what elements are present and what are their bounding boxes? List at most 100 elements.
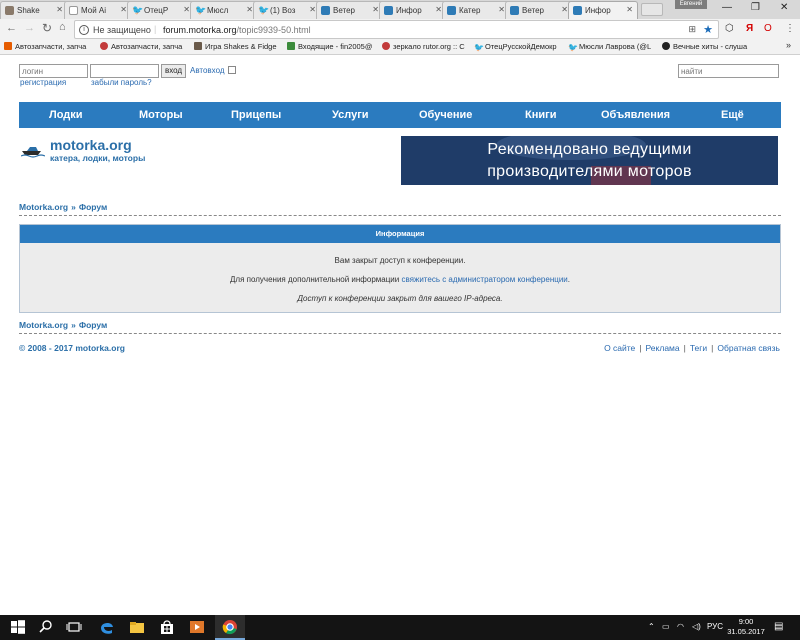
minimize-icon[interactable]: — <box>722 2 732 13</box>
browser-tab[interactable]: Катер ✕ <box>442 1 510 19</box>
search-input[interactable] <box>678 64 779 78</box>
browser-tab[interactable]: 🐦 ОтецР ✕ <box>127 1 195 19</box>
browser-tab[interactable]: 🐦 (1) Boз ✕ <box>253 1 321 19</box>
wifi-icon[interactable]: ◠ <box>677 622 684 631</box>
close-icon[interactable]: ✕ <box>372 5 379 14</box>
page-favicon-icon <box>69 6 78 15</box>
store-icon[interactable] <box>159 619 175 635</box>
footer-link-tags[interactable]: Теги <box>690 343 707 353</box>
close-icon[interactable]: ✕ <box>309 5 316 14</box>
browser-tab-strip: Shake ✕ Мой Ai ✕ 🐦 ОтецР ✕ 🐦 Мюсл ✕ 🐦 (1… <box>0 0 800 19</box>
bookmark-star-icon[interactable]: ★ <box>703 23 713 36</box>
browser-tab[interactable]: Ветер ✕ <box>316 1 384 19</box>
edge-browser-icon[interactable] <box>99 619 115 635</box>
file-explorer-icon[interactable] <box>129 619 145 635</box>
boat-favicon-icon <box>510 6 519 15</box>
bookmarks-more-button[interactable]: » <box>786 40 791 50</box>
reload-icon[interactable]: ↻ <box>42 21 52 35</box>
breadcrumb-separator: » <box>71 320 76 330</box>
taskbar-clock[interactable]: 9:00 31.05.2017 <box>724 617 768 637</box>
password-input[interactable] <box>90 64 159 78</box>
nav-item-motors[interactable]: Моторы <box>139 109 183 121</box>
bookmark-item[interactable]: Вечные хиты - слуша <box>662 42 777 51</box>
profile-badge[interactable]: Евгений <box>675 0 707 9</box>
forgot-password-link[interactable]: забыли пароль? <box>91 78 152 87</box>
menu-icon[interactable]: ⋮ <box>785 23 795 34</box>
twitter-favicon-icon: 🐦 <box>195 5 207 15</box>
restore-icon[interactable]: ❐ <box>751 2 760 13</box>
footer-link-about[interactable]: О сайте <box>604 343 635 353</box>
breadcrumb-home-link[interactable]: Motorka.org <box>19 202 68 212</box>
browser-tab[interactable]: 🐦 Мюсл ✕ <box>190 1 258 19</box>
footer-separator: | <box>711 343 714 353</box>
close-icon[interactable]: ✕ <box>435 5 442 14</box>
yandex-icon[interactable]: Я <box>746 23 753 34</box>
close-icon[interactable]: ✕ <box>56 5 63 14</box>
site-logo[interactable]: motorka.org катера, лодки, моторы <box>19 136 219 172</box>
close-icon[interactable]: ✕ <box>626 5 633 14</box>
username-input[interactable] <box>19 64 88 78</box>
task-view-icon[interactable] <box>66 619 82 635</box>
close-window-icon[interactable]: ✕ <box>780 2 788 13</box>
bookmark-item[interactable]: 🐦Мюсли Лаврова (@L <box>568 42 657 52</box>
logo-subtitle: катера, лодки, моторы <box>50 153 146 163</box>
shakes-favicon-icon <box>5 6 14 15</box>
breadcrumb-forum-link[interactable]: Форум <box>79 320 107 330</box>
forward-arrow-icon[interactable]: → <box>24 22 35 34</box>
divider: | <box>154 24 157 34</box>
close-icon[interactable]: ✕ <box>120 5 127 14</box>
nav-item-trailers[interactable]: Прицепы <box>231 109 281 121</box>
footer-link-feedback[interactable]: Обратная связь <box>717 343 780 353</box>
nav-item-training[interactable]: Обучение <box>419 109 472 121</box>
close-icon[interactable]: ✕ <box>246 5 253 14</box>
bookmark-item[interactable]: Входящие - fin2005@ <box>287 42 377 51</box>
breadcrumb-forum-link[interactable]: Форум <box>79 202 107 212</box>
close-icon[interactable]: ✕ <box>561 5 568 14</box>
close-icon[interactable]: ✕ <box>183 5 190 14</box>
nav-item-ads[interactable]: Объявления <box>601 109 670 121</box>
bookmark-item[interactable]: Автозапчасти, запча <box>4 42 96 51</box>
nav-item-books[interactable]: Книги <box>525 109 556 121</box>
windows-start-icon[interactable] <box>10 619 26 635</box>
notification-icon[interactable]: ▤ <box>774 621 783 632</box>
autologin-checkbox[interactable] <box>228 66 236 74</box>
chrome-icon[interactable] <box>222 619 238 635</box>
ad-banner[interactable]: Рекомендовано ведущими производителями м… <box>401 136 778 185</box>
back-arrow-icon[interactable]: ← <box>6 22 17 34</box>
autologin-label[interactable]: Автовход <box>190 66 225 75</box>
bookmark-item[interactable]: Игра Shakes & Fidge <box>194 42 283 51</box>
breadcrumb-home-link[interactable]: Motorka.org <box>19 320 68 330</box>
login-button[interactable]: вход <box>161 64 186 78</box>
browser-tab[interactable]: Мой Ai ✕ <box>64 1 132 19</box>
browser-tab[interactable]: Ветер ✕ <box>505 1 573 19</box>
language-indicator[interactable]: РУС <box>707 622 723 631</box>
security-label: Не защищено <box>93 25 151 35</box>
close-icon[interactable]: ✕ <box>498 5 505 14</box>
footer-link-ads[interactable]: Реклама <box>646 343 680 353</box>
home-icon[interactable]: ⌂ <box>59 21 66 33</box>
browser-tab[interactable]: Shake ✕ <box>0 1 68 19</box>
media-player-icon[interactable] <box>189 619 205 635</box>
url-text: forum.motorka.org/topic9939-50.html <box>163 25 311 35</box>
bookmark-item[interactable]: зеркало rutor.org :: С <box>382 42 467 51</box>
tray-app-icon[interactable]: ▭ <box>662 622 670 631</box>
translate-icon[interactable]: ⊞ <box>688 24 696 35</box>
bookmark-item[interactable]: Автозапчасти, запча <box>100 42 189 51</box>
boat-logo-icon <box>21 147 45 158</box>
new-tab-button[interactable] <box>641 3 663 16</box>
browser-tab[interactable]: Инфор ✕ <box>379 1 447 19</box>
volume-icon[interactable]: ◁) <box>692 622 701 631</box>
register-link[interactable]: регистрация <box>20 78 66 87</box>
nav-item-services[interactable]: Услуги <box>332 109 369 121</box>
contact-admin-link[interactable]: свяжитесь с администратором конференции <box>401 275 567 284</box>
opera-icon[interactable]: O <box>764 23 772 34</box>
nav-item-boats[interactable]: Лодки <box>49 109 83 121</box>
search-icon[interactable] <box>38 619 54 635</box>
nav-item-more[interactable]: Ещё <box>721 109 744 121</box>
extension-icon[interactable]: ⬡ <box>725 23 734 34</box>
tray-expand-icon[interactable]: ⌃ <box>648 622 655 631</box>
address-bar[interactable]: i Не защищено | forum.motorka.org/topic9… <box>74 20 719 39</box>
browser-tab-active[interactable]: Инфор ✕ <box>568 1 638 19</box>
info-icon[interactable]: i <box>79 25 89 35</box>
bookmark-item[interactable]: 🐦ОтецРусскойДемокр <box>474 42 562 52</box>
